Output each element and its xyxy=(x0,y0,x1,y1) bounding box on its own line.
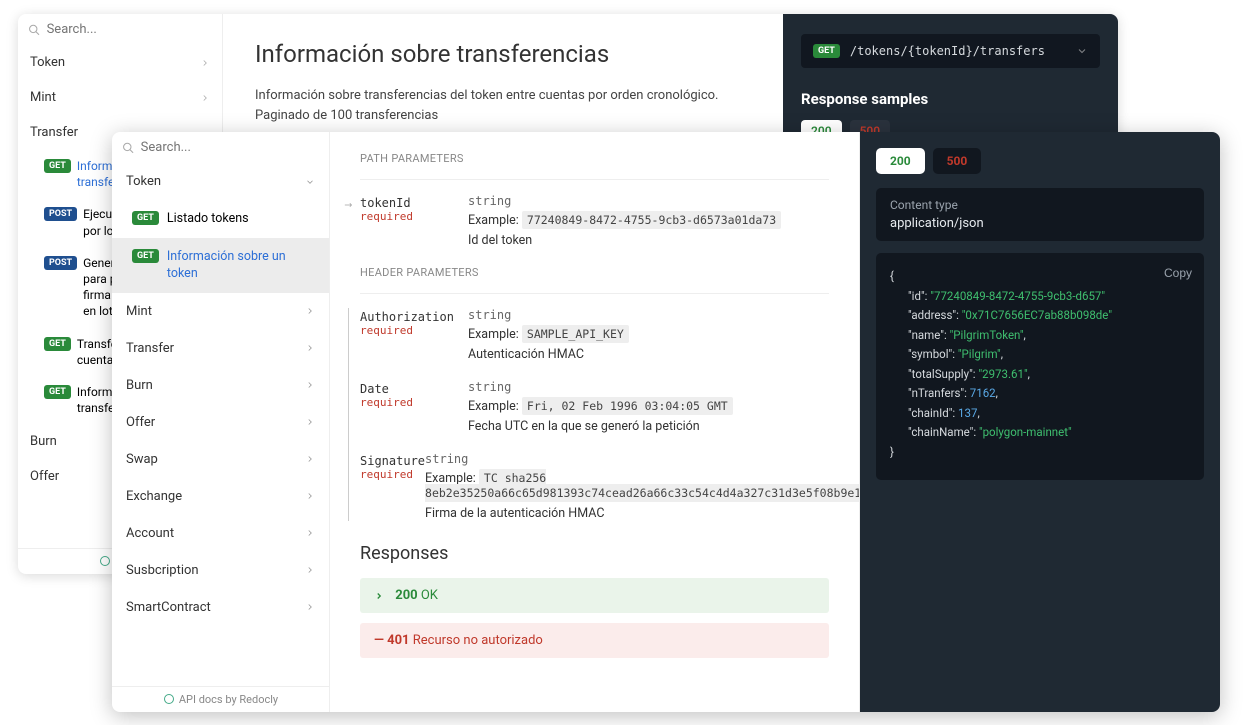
front-search-bar[interactable] xyxy=(112,132,329,163)
chevron-down-icon xyxy=(1076,45,1088,57)
param-name: tokenId xyxy=(360,196,468,210)
chevron-right-icon xyxy=(305,306,315,316)
param-type: string xyxy=(468,308,829,322)
front-nav-transfer[interactable]: Transfer xyxy=(112,330,329,367)
front-nav-exchange[interactable]: Exchange xyxy=(112,478,329,515)
param-name: Date xyxy=(360,382,468,396)
front-nav-token[interactable]: Token xyxy=(112,163,329,200)
front-nav-subscription[interactable]: Susbcription xyxy=(112,552,329,589)
http-method-badge: GET xyxy=(132,211,159,225)
param-name: Authorization xyxy=(360,310,468,324)
front-nav: Token GETListado tokens GETInformación s… xyxy=(112,163,329,686)
tab-200[interactable]: 200 xyxy=(876,148,925,174)
front-nav-sub-token-info[interactable]: GETInformación sobre un token xyxy=(112,238,329,293)
param-desc: Firma de la autenticación HMAC xyxy=(425,506,860,521)
http-method-badge: POST xyxy=(44,256,77,270)
response-row-200[interactable]: 200 OK xyxy=(360,578,829,613)
back-search-input[interactable] xyxy=(47,22,212,37)
param-type: string xyxy=(468,380,829,394)
page-title: Información sobre transferencias xyxy=(255,40,751,68)
http-method-badge: GET xyxy=(44,385,71,399)
content-type-box[interactable]: Content type application/json xyxy=(876,188,1204,241)
param-row-date: Date required string Example: Fri, 02 Fe… xyxy=(360,380,829,434)
param-row-authorization: Authorization required string Example: S… xyxy=(360,308,829,362)
copy-button[interactable]: Copy xyxy=(1164,263,1192,283)
param-desc: Id del token xyxy=(468,233,829,248)
front-footer-credit[interactable]: API docs by Redocly xyxy=(112,686,329,712)
tab-500[interactable]: 500 xyxy=(933,148,982,174)
http-method-badge: GET xyxy=(132,249,159,263)
param-required-label: required xyxy=(360,396,468,409)
front-code-tabs: 200 500 xyxy=(876,148,1204,174)
param-row-signature: Signature required string Example: TC sh… xyxy=(360,452,829,521)
param-example: Example: TC sha256 8eb2e35250a66c65d9813… xyxy=(425,471,860,501)
chevron-right-icon xyxy=(305,565,315,575)
back-search-bar[interactable] xyxy=(18,14,222,45)
param-type: string xyxy=(425,452,860,466)
chevron-down-icon xyxy=(305,177,315,187)
search-icon xyxy=(122,141,135,155)
front-code-panel: 200 500 Content type application/json Co… xyxy=(860,132,1220,712)
param-required-label: required xyxy=(360,468,425,481)
endpoint-box[interactable]: GET /tokens/{tokenId}/transfers xyxy=(801,34,1100,68)
param-example: Example: SAMPLE_API_KEY xyxy=(468,327,829,342)
chevron-right-icon xyxy=(200,58,210,68)
path-params-heading: PATH PARAMETERS xyxy=(360,152,829,165)
param-example: Example: Fri, 02 Feb 1996 03:04:05 GMT xyxy=(468,399,829,414)
responses-heading: Responses xyxy=(360,543,829,564)
http-method-badge: GET xyxy=(44,337,71,351)
redocly-icon xyxy=(163,693,175,705)
arrow-icon xyxy=(344,200,354,210)
front-nav-smartcontract[interactable]: SmartContract xyxy=(112,589,329,626)
front-api-docs-panel: Token GETListado tokens GETInformación s… xyxy=(112,132,1220,712)
front-nav-offer[interactable]: Offer xyxy=(112,404,329,441)
divider xyxy=(360,179,829,180)
front-nav-mint[interactable]: Mint xyxy=(112,293,329,330)
chevron-right-icon xyxy=(305,602,315,612)
front-nav-burn[interactable]: Burn xyxy=(112,367,329,404)
search-icon xyxy=(28,23,41,37)
chevron-right-icon xyxy=(200,93,210,103)
http-method-badge: GET xyxy=(813,44,840,58)
front-nav-account[interactable]: Account xyxy=(112,515,329,552)
http-method-badge: POST xyxy=(44,207,77,221)
http-method-badge: GET xyxy=(44,159,71,173)
response-row-401[interactable]: — 401 Recurso no autorizado xyxy=(360,623,829,658)
param-required-label: required xyxy=(360,210,468,223)
front-main-content: PATH PARAMETERS tokenId required string … xyxy=(330,132,860,712)
front-search-input[interactable] xyxy=(141,140,319,155)
chevron-right-icon xyxy=(374,591,384,601)
redocly-icon xyxy=(99,555,111,567)
front-nav-swap[interactable]: Swap xyxy=(112,441,329,478)
front-nav-sub-list-tokens[interactable]: GETListado tokens xyxy=(112,200,329,238)
param-example: Example: 77240849-8472-4755-9cb3-d6573a0… xyxy=(468,213,829,228)
content-type-value: application/json xyxy=(890,216,1190,231)
param-desc: Fecha UTC en la que se generó la petició… xyxy=(468,419,829,434)
chevron-right-icon xyxy=(305,454,315,464)
back-nav-mint[interactable]: Mint xyxy=(18,80,222,115)
divider xyxy=(360,293,829,294)
param-desc: Autenticación HMAC xyxy=(468,347,829,362)
content-type-label: Content type xyxy=(890,198,1190,212)
param-row-tokenid: tokenId required string Example: 7724084… xyxy=(360,194,829,248)
param-required-label: required xyxy=(360,324,468,337)
chevron-right-icon xyxy=(305,528,315,538)
param-type: string xyxy=(468,194,829,208)
back-nav-token[interactable]: Token xyxy=(18,45,222,80)
endpoint-path: /tokens/{tokenId}/transfers xyxy=(850,44,1076,58)
chevron-right-icon xyxy=(305,491,315,501)
front-sidebar: Token GETListado tokens GETInformación s… xyxy=(112,132,330,712)
chevron-right-icon xyxy=(305,343,315,353)
chevron-right-icon xyxy=(305,380,315,390)
chevron-right-icon xyxy=(305,417,315,427)
param-name: Signature xyxy=(360,454,425,468)
response-samples-heading: Response samples xyxy=(801,90,1100,108)
header-params-heading: HEADER PARAMETERS xyxy=(360,266,829,279)
json-sample-block: Copy { "id": "77240849-8472-4755-9cb3-d6… xyxy=(876,253,1204,480)
page-description: Información sobre transferencias del tok… xyxy=(255,86,725,126)
